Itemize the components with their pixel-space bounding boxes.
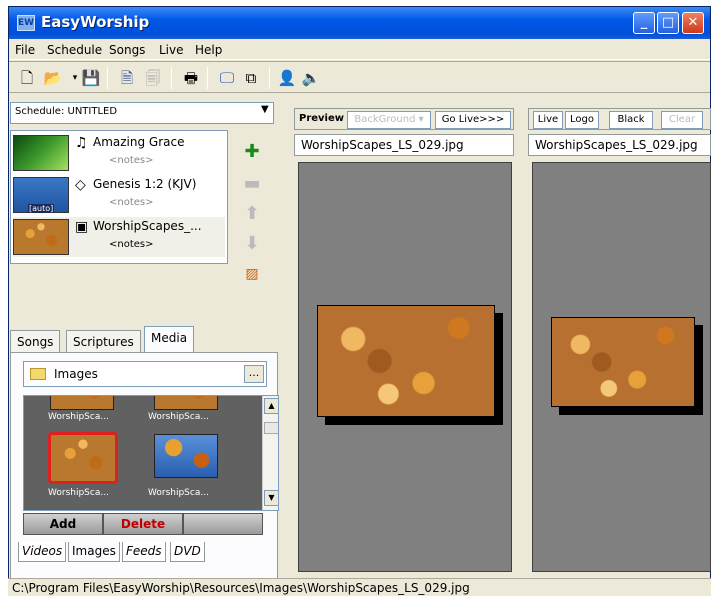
folder-label: Images bbox=[54, 367, 98, 381]
menu-songs[interactable]: Songs bbox=[109, 43, 145, 57]
folder-icon bbox=[30, 368, 46, 380]
remove-item-icon[interactable]: ▬ bbox=[242, 174, 262, 194]
tab-scriptures[interactable]: Scriptures bbox=[66, 330, 141, 352]
media-thumb-label: WorshipSca... bbox=[148, 412, 209, 422]
live-toolbar: Live Logo Black Clear bbox=[528, 108, 711, 130]
preview-image bbox=[317, 305, 495, 417]
menu-file[interactable]: File bbox=[15, 43, 35, 57]
delete-button[interactable]: Delete bbox=[103, 513, 183, 535]
schedule-item-title: Genesis 1:2 (KJV) bbox=[93, 177, 197, 191]
scroll-thumb[interactable] bbox=[264, 422, 278, 434]
add-item-icon[interactable]: ✚ bbox=[242, 142, 262, 162]
move-up-icon[interactable]: ⬆ bbox=[242, 204, 262, 224]
image-edit-icon[interactable]: ▨ bbox=[242, 264, 262, 284]
save-icon[interactable]: 💾 bbox=[81, 68, 101, 88]
speaker-mute-icon[interactable]: 🔈 bbox=[301, 68, 321, 88]
preview-filename: WorshipScapes_LS_029.jpg bbox=[294, 134, 514, 156]
media-thumbnail[interactable] bbox=[50, 396, 114, 410]
schedule-item-notes: <notes> bbox=[109, 155, 154, 166]
preview-toolbar: Preview BackGround ▾ Go Live>>> bbox=[294, 108, 514, 130]
display-icon[interactable]: ⧉ bbox=[241, 68, 261, 88]
window-title: EasyWorship bbox=[41, 13, 150, 31]
go-live-button[interactable]: Go Live>>> bbox=[435, 111, 511, 129]
new-icon[interactable]: 🗋 bbox=[17, 68, 37, 88]
tab-media[interactable]: Media bbox=[144, 326, 195, 353]
schedule-header[interactable]: Schedule: UNTITLED ▼ bbox=[10, 102, 274, 124]
status-bar: C:\Program Files\EasyWorship\Resources\I… bbox=[8, 578, 711, 596]
blank-button[interactable] bbox=[183, 513, 263, 535]
auto-badge: [auto] bbox=[28, 204, 55, 213]
media-thumb-label: WorshipSca... bbox=[148, 488, 209, 498]
app-logo-icon: EW bbox=[17, 15, 35, 31]
live-image bbox=[551, 317, 695, 407]
document-icon[interactable]: 🗎 bbox=[117, 68, 137, 88]
background-label: BackGround bbox=[354, 114, 416, 125]
open-folder-icon[interactable]: 📂 bbox=[43, 68, 63, 88]
copy-icon[interactable]: 🗐 bbox=[143, 68, 163, 88]
schedule-list[interactable]: ♫ Amazing Grace <notes> [auto] ◇ Genesis… bbox=[10, 130, 228, 264]
clear-button[interactable]: Clear bbox=[661, 111, 703, 129]
media-thumbnail bbox=[13, 219, 69, 255]
media-thumbnail-selected[interactable] bbox=[48, 432, 118, 484]
media-icon: ▣ bbox=[75, 219, 89, 235]
scroll-down-icon[interactable]: ▼ bbox=[264, 490, 278, 506]
live-display[interactable] bbox=[532, 162, 711, 572]
live-button[interactable]: Live bbox=[533, 111, 563, 129]
preview-display[interactable] bbox=[298, 162, 512, 572]
song-thumbnail bbox=[13, 135, 69, 171]
media-thumbnail[interactable] bbox=[154, 396, 218, 410]
move-down-icon[interactable]: ⬇ bbox=[242, 234, 262, 254]
tab-songs[interactable]: Songs bbox=[10, 330, 61, 352]
scroll-up-icon[interactable]: ▲ bbox=[264, 398, 278, 414]
title-bar[interactable]: EW EasyWorship _ □ ✕ bbox=[9, 7, 710, 39]
menu-live[interactable]: Live bbox=[159, 43, 184, 57]
menu-schedule[interactable]: Schedule bbox=[47, 43, 102, 57]
person-icon[interactable]: 👤 bbox=[277, 68, 297, 88]
media-scrollbar[interactable]: ▲ ▼ bbox=[262, 396, 278, 510]
schedule-item[interactable]: ▣ WorshipScapes_... <notes> bbox=[13, 217, 225, 257]
song-icon: ♫ bbox=[75, 135, 88, 151]
tab-dvd[interactable]: DVD bbox=[170, 542, 205, 562]
media-thumb-label: WorshipSca... bbox=[48, 488, 109, 498]
menu-bar: File Schedule Songs Live Help bbox=[9, 40, 710, 60]
schedule-item-notes: <notes> bbox=[109, 239, 154, 250]
media-thumb-label: WorshipSca... bbox=[48, 412, 109, 422]
schedule-item-title: WorshipScapes_... bbox=[93, 219, 202, 233]
black-button[interactable]: Black bbox=[609, 111, 653, 129]
maximize-button[interactable]: □ bbox=[657, 12, 679, 34]
close-button[interactable]: ✕ bbox=[682, 12, 704, 34]
browse-button[interactable]: ... bbox=[244, 365, 264, 383]
monitor-icon[interactable]: 🖵 bbox=[217, 68, 237, 88]
add-button[interactable]: Add bbox=[23, 513, 103, 535]
media-actions: Add Delete bbox=[23, 513, 279, 535]
schedule-item-notes: <notes> bbox=[109, 197, 154, 208]
schedule-title: Schedule: UNTITLED bbox=[15, 106, 118, 117]
schedule-item[interactable]: ♫ Amazing Grace <notes> bbox=[13, 133, 225, 173]
schedule-item[interactable]: [auto] ◇ Genesis 1:2 (KJV) <notes> bbox=[13, 175, 225, 215]
toolbar: 🗋 📂 ▾ 💾 🗎 🗐 🖶 🖵 ⧉ 👤 🔈 bbox=[9, 61, 710, 93]
scripture-icon: ◇ bbox=[75, 177, 86, 193]
background-dropdown[interactable]: BackGround ▾ bbox=[347, 111, 431, 129]
tab-videos[interactable]: Videos bbox=[18, 542, 67, 562]
preview-label: Preview bbox=[299, 113, 345, 124]
folder-selector[interactable]: Images ... bbox=[23, 361, 267, 387]
logo-button[interactable]: Logo bbox=[565, 111, 599, 129]
chevron-down-icon[interactable]: ▼ bbox=[261, 104, 269, 115]
scripture-thumbnail: [auto] bbox=[13, 177, 69, 213]
media-grid[interactable]: WorshipSca... WorshipSca... WorshipSca..… bbox=[23, 395, 279, 511]
tab-feeds[interactable]: Feeds bbox=[122, 542, 166, 562]
menu-help[interactable]: Help bbox=[195, 43, 222, 57]
print-icon[interactable]: 🖶 bbox=[181, 68, 201, 88]
tab-images[interactable]: Images bbox=[68, 542, 120, 562]
schedule-item-title: Amazing Grace bbox=[93, 135, 185, 149]
minimize-button[interactable]: _ bbox=[633, 12, 655, 34]
media-thumbnail[interactable] bbox=[154, 434, 218, 478]
live-filename: WorshipScapes_LS_029.jpg bbox=[528, 134, 711, 156]
